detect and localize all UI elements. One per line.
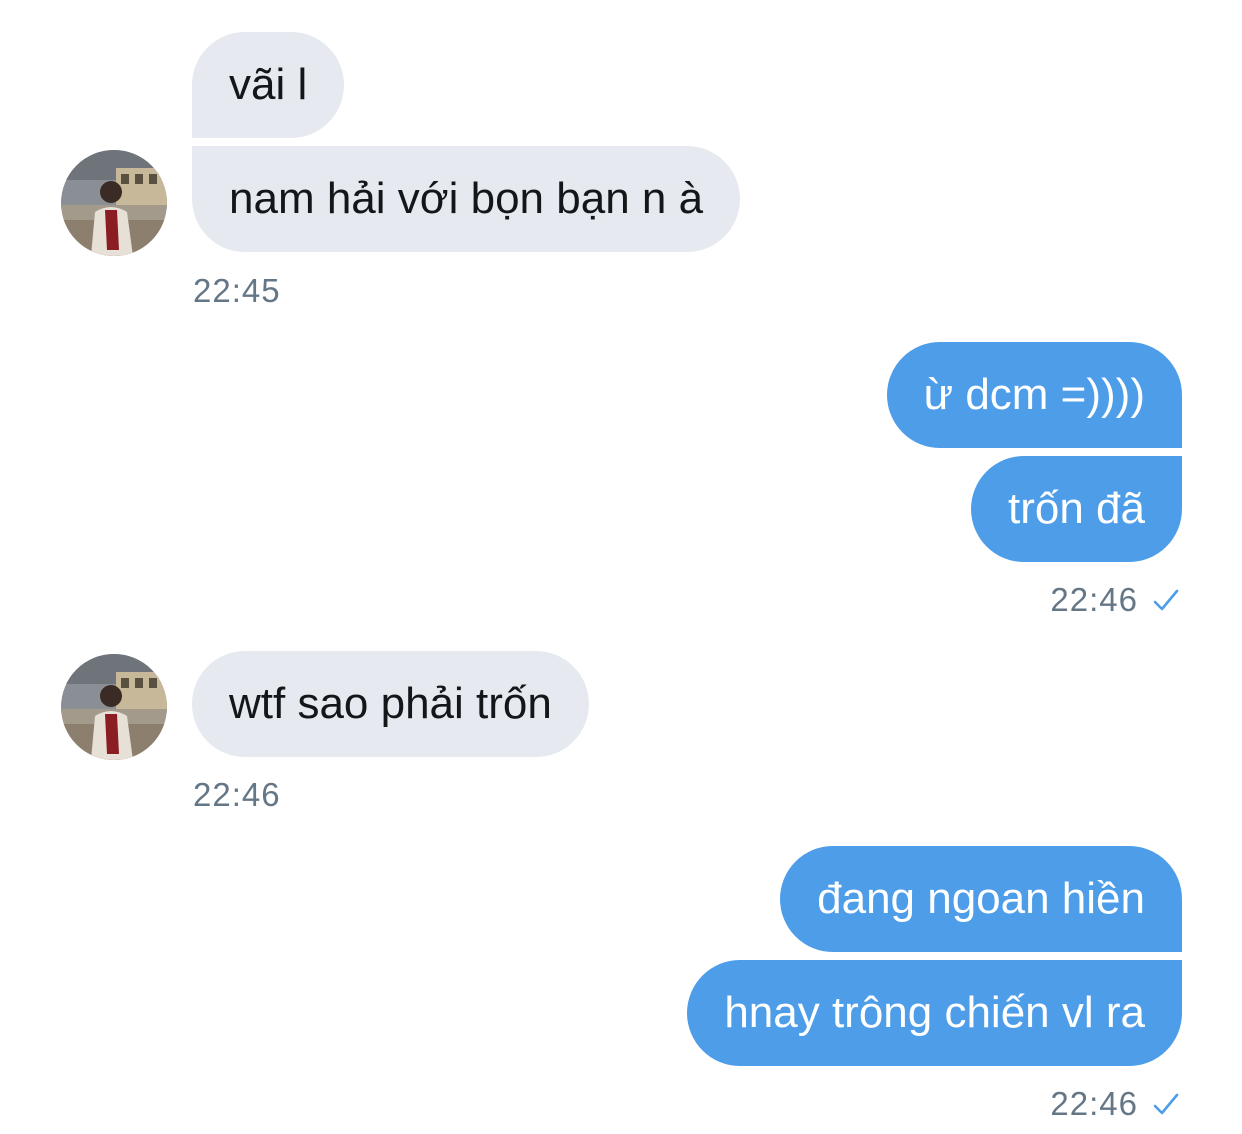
received-message-bubble[interactable]: wtf sao phải trốn [192, 651, 589, 757]
sent-message-bubble[interactable]: đang ngoan hiền [780, 846, 1182, 952]
message-meta: 22:46 [1050, 1085, 1180, 1123]
message-text: đang ngoan hiền [817, 874, 1145, 923]
message-text: ừ dcm =)))) [923, 370, 1145, 419]
avatar-photo [61, 654, 167, 760]
message-timestamp: 22:46 [1050, 1085, 1138, 1122]
message-timestamp: 22:46 [193, 776, 281, 813]
contact-avatar[interactable] [61, 150, 167, 256]
check-icon [1153, 1093, 1179, 1115]
message-text: hnay trông chiến vl ra [724, 988, 1145, 1037]
sent-message-bubble[interactable]: trốn đã [971, 456, 1182, 562]
message-text: wtf sao phải trốn [229, 679, 552, 728]
message-text: trốn đã [1008, 484, 1145, 533]
message-timestamp: 22:45 [193, 272, 281, 309]
message-meta: 22:46 [1050, 581, 1180, 619]
contact-avatar[interactable] [61, 654, 167, 760]
received-message-bubble[interactable]: nam hải với bọn bạn n à [192, 146, 741, 252]
received-message-bubble[interactable]: vãi l [192, 32, 345, 138]
sent-message-bubble[interactable]: ừ dcm =)))) [886, 342, 1182, 448]
message-timestamp: 22:46 [1050, 581, 1138, 618]
message-text: nam hải với bọn bạn n à [229, 174, 704, 223]
avatar-photo [61, 150, 167, 256]
check-icon [1153, 589, 1179, 611]
message-text: vãi l [229, 60, 308, 109]
sent-message-bubble[interactable]: hnay trông chiến vl ra [687, 960, 1182, 1066]
